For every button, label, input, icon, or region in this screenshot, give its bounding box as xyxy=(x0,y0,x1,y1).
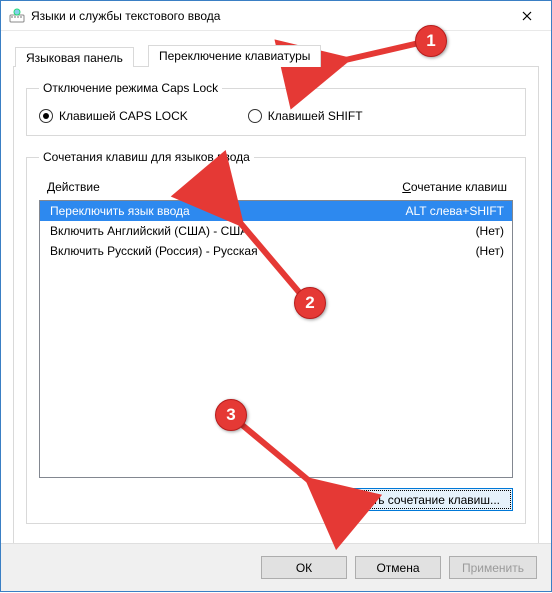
hotkeys-legend: Сочетания клавиш для языков ввода xyxy=(39,150,254,164)
tab-label: Переключение клавиатуры xyxy=(159,49,310,63)
list-item[interactable]: Включить Русский (Россия) - Русская(Нет) xyxy=(40,241,512,261)
radio-icon xyxy=(39,109,53,123)
window-title: Языки и службы текстового ввода xyxy=(31,9,504,23)
cancel-button[interactable]: Отмена xyxy=(355,556,441,579)
capslock-group: Отключение режима Caps Lock Клавишей CAP… xyxy=(26,81,526,136)
tab-panel: Отключение режима Caps Lock Клавишей CAP… xyxy=(13,67,539,553)
hotkey-list[interactable]: Переключить язык вводаALT слева+SHIFTВкл… xyxy=(39,200,513,478)
radio-shift[interactable]: Клавишей SHIFT xyxy=(248,109,363,123)
title-bar: Языки и службы текстового ввода xyxy=(1,1,551,31)
dialog-buttons: ОК Отмена Применить xyxy=(1,543,551,591)
capslock-legend: Отключение режима Caps Lock xyxy=(39,81,222,95)
radio-label: Клавишей CAPS LOCK xyxy=(59,109,188,123)
radio-icon xyxy=(248,109,262,123)
list-item-keys: ALT слева+SHIFT xyxy=(406,204,505,218)
app-icon xyxy=(9,8,25,24)
list-item-action: Включить Английский (США) - США xyxy=(50,224,476,238)
hotkeys-group: Сочетания клавиш для языков ввода Действ… xyxy=(26,150,526,524)
tab-label: Языковая панель xyxy=(26,51,123,65)
change-hotkey-button[interactable]: Сменить сочетание клавиш... xyxy=(323,488,513,511)
annotation-badge-1: 1 xyxy=(415,25,447,57)
list-item[interactable]: Переключить язык вводаALT слева+SHIFT xyxy=(40,201,512,221)
list-item-keys: (Нет) xyxy=(476,224,504,238)
list-header: Действие Сочетание клавиш xyxy=(39,174,513,200)
tab-keyboard-switch[interactable]: Переключение клавиатуры xyxy=(148,45,321,67)
tab-language-panel[interactable]: Языковая панель xyxy=(15,47,134,67)
close-icon xyxy=(522,11,532,21)
col-keys-header: Сочетание клавиш xyxy=(402,180,507,194)
close-button[interactable] xyxy=(504,2,549,30)
ok-button[interactable]: ОК xyxy=(261,556,347,579)
radio-label: Клавишей SHIFT xyxy=(268,109,363,123)
col-action-header: Действие xyxy=(47,180,402,194)
annotation-badge-2: 2 xyxy=(294,287,326,319)
apply-button[interactable]: Применить xyxy=(449,556,537,579)
list-item-action: Включить Русский (Россия) - Русская xyxy=(50,244,476,258)
annotation-badge-3: 3 xyxy=(215,399,247,431)
radio-caps-lock[interactable]: Клавишей CAPS LOCK xyxy=(39,109,188,123)
tab-strip: Языковая панель Переключение клавиатуры xyxy=(13,45,539,67)
list-item[interactable]: Включить Английский (США) - США(Нет) xyxy=(40,221,512,241)
list-item-keys: (Нет) xyxy=(476,244,504,258)
list-item-action: Переключить язык ввода xyxy=(50,204,406,218)
